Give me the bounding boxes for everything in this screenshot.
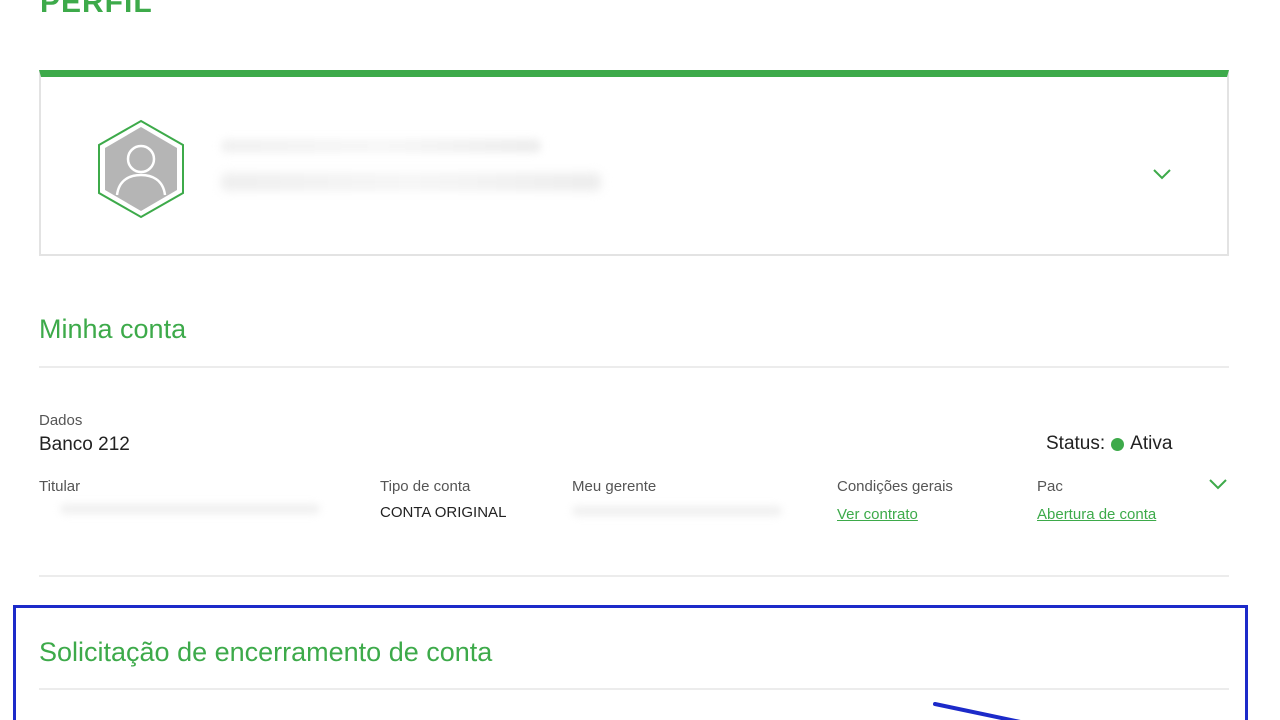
- profile-page: PERFIL Minha conta Dados Banco 212 Statu…: [0, 0, 1280, 720]
- annotation-arrow: [933, 702, 1021, 720]
